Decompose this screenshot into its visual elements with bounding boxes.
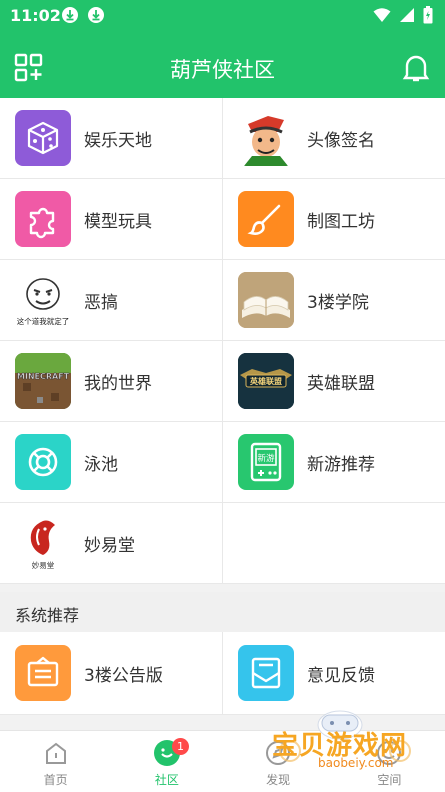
category-label: 英雄联盟 bbox=[307, 373, 375, 394]
category-item-drawing[interactable]: 制图工坊 bbox=[222, 179, 445, 259]
section-title: 系统推荐 bbox=[15, 606, 80, 625]
category-label: 制图工坊 bbox=[307, 211, 375, 232]
category-label: 3楼学院 bbox=[307, 292, 369, 313]
category-label: 模型玩具 bbox=[84, 211, 152, 232]
category-label: 妙易堂 bbox=[84, 535, 135, 556]
category-item-spoof[interactable]: 这个道我就定了 恶搞 bbox=[0, 260, 222, 340]
tab-home[interactable]: 首页 bbox=[0, 731, 111, 792]
category-row: 妙易堂 妙易堂 bbox=[0, 503, 445, 584]
category-item-minecraft[interactable]: MINECRAFT 我的世界 bbox=[0, 341, 222, 421]
system-list: 3楼公告版 意见反馈 bbox=[0, 632, 445, 715]
category-label: 娱乐天地 bbox=[84, 130, 152, 151]
new-game-icon: 新游 bbox=[238, 434, 294, 490]
tab-label: 社区 bbox=[154, 773, 179, 787]
title-bar: 葫芦侠社区 bbox=[0, 38, 445, 98]
bell-icon[interactable] bbox=[400, 52, 432, 84]
watermark-url: baobeiy.com bbox=[318, 756, 394, 770]
category-row: MINECRAFT 我的世界 英雄联盟 英雄联盟 bbox=[0, 341, 445, 422]
system-item-notice-board[interactable]: 3楼公告版 bbox=[0, 632, 222, 714]
tab-label: 首页 bbox=[43, 773, 68, 787]
category-item-avatar[interactable]: 头像签名 bbox=[222, 98, 445, 178]
system-item-feedback[interactable]: 意见反馈 bbox=[222, 632, 445, 714]
category-row: 这个道我就定了 恶搞 3楼学院 bbox=[0, 260, 445, 341]
section-header: 系统推荐 bbox=[0, 592, 445, 632]
system-label: 意见反馈 bbox=[307, 665, 375, 686]
koi-fish-icon: 妙易堂 bbox=[15, 515, 71, 571]
page-title: 葫芦侠社区 bbox=[170, 58, 275, 82]
league-of-legends-icon: 英雄联盟 bbox=[238, 353, 294, 409]
category-item-pool[interactable]: 泳池 bbox=[0, 422, 222, 502]
category-item-miaoyitang[interactable]: 妙易堂 妙易堂 bbox=[0, 503, 222, 583]
open-book-icon bbox=[238, 272, 294, 328]
lol-caption: 英雄联盟 bbox=[249, 376, 282, 386]
koi-caption: 妙易堂 bbox=[32, 560, 55, 570]
category-item-model-toys[interactable]: 模型玩具 bbox=[0, 179, 222, 259]
category-item-college[interactable]: 3楼学院 bbox=[222, 260, 445, 340]
notice-board-icon bbox=[15, 645, 71, 701]
status-icons bbox=[373, 6, 433, 24]
battery-icon bbox=[423, 6, 433, 24]
category-item-entertainment[interactable]: 娱乐天地 bbox=[0, 98, 222, 178]
system-row: 3楼公告版 意见反馈 bbox=[0, 632, 445, 715]
system-label: 3楼公告版 bbox=[84, 665, 163, 686]
category-label: 我的世界 bbox=[84, 373, 152, 394]
paint-brush-icon bbox=[238, 191, 294, 247]
wifi-icon bbox=[373, 8, 391, 22]
meme-face-icon: 这个道我就定了 bbox=[15, 272, 71, 328]
category-row: 泳池 新游 新游推荐 bbox=[0, 422, 445, 503]
minecraft-caption: MINECRAFT bbox=[17, 372, 70, 381]
status-time: 11:02 bbox=[10, 6, 61, 25]
category-label: 头像签名 bbox=[307, 130, 375, 151]
category-row: 娱乐天地 头像签名 bbox=[0, 98, 445, 179]
app-header: 11:02 葫芦侠社区 bbox=[0, 0, 445, 98]
category-label: 泳池 bbox=[84, 454, 118, 475]
feedback-mail-icon bbox=[238, 645, 294, 701]
category-label: 新游推荐 bbox=[307, 454, 375, 475]
empty-cell bbox=[222, 503, 445, 583]
tab-label: 发现 bbox=[266, 773, 291, 787]
tab-community[interactable]: 社区 bbox=[111, 731, 222, 792]
category-list: 娱乐天地 头像签名 模型玩具 制图工坊 这个道我就定了 恶搞 3楼学院 MINE… bbox=[0, 98, 445, 584]
signal-icon bbox=[400, 8, 414, 22]
category-label: 恶搞 bbox=[84, 292, 118, 313]
download-icon bbox=[88, 7, 104, 23]
home-icon bbox=[45, 742, 66, 764]
puzzle-icon bbox=[15, 191, 71, 247]
download-icon bbox=[62, 7, 78, 23]
status-bar: 11:02 bbox=[0, 0, 445, 30]
category-row: 模型玩具 制图工坊 bbox=[0, 179, 445, 260]
new-game-caption: 新游 bbox=[257, 453, 275, 464]
meme-caption: 这个道我就定了 bbox=[17, 316, 70, 326]
minecraft-icon: MINECRAFT bbox=[15, 353, 71, 409]
cartoon-avatar-icon bbox=[238, 110, 294, 166]
lifebuoy-icon bbox=[15, 434, 71, 490]
category-item-lol[interactable]: 英雄联盟 英雄联盟 bbox=[222, 341, 445, 421]
tab-label: 空间 bbox=[377, 773, 402, 787]
dice-icon bbox=[15, 110, 71, 166]
category-item-new-games[interactable]: 新游 新游推荐 bbox=[222, 422, 445, 502]
notification-badge: 1 bbox=[172, 738, 189, 755]
